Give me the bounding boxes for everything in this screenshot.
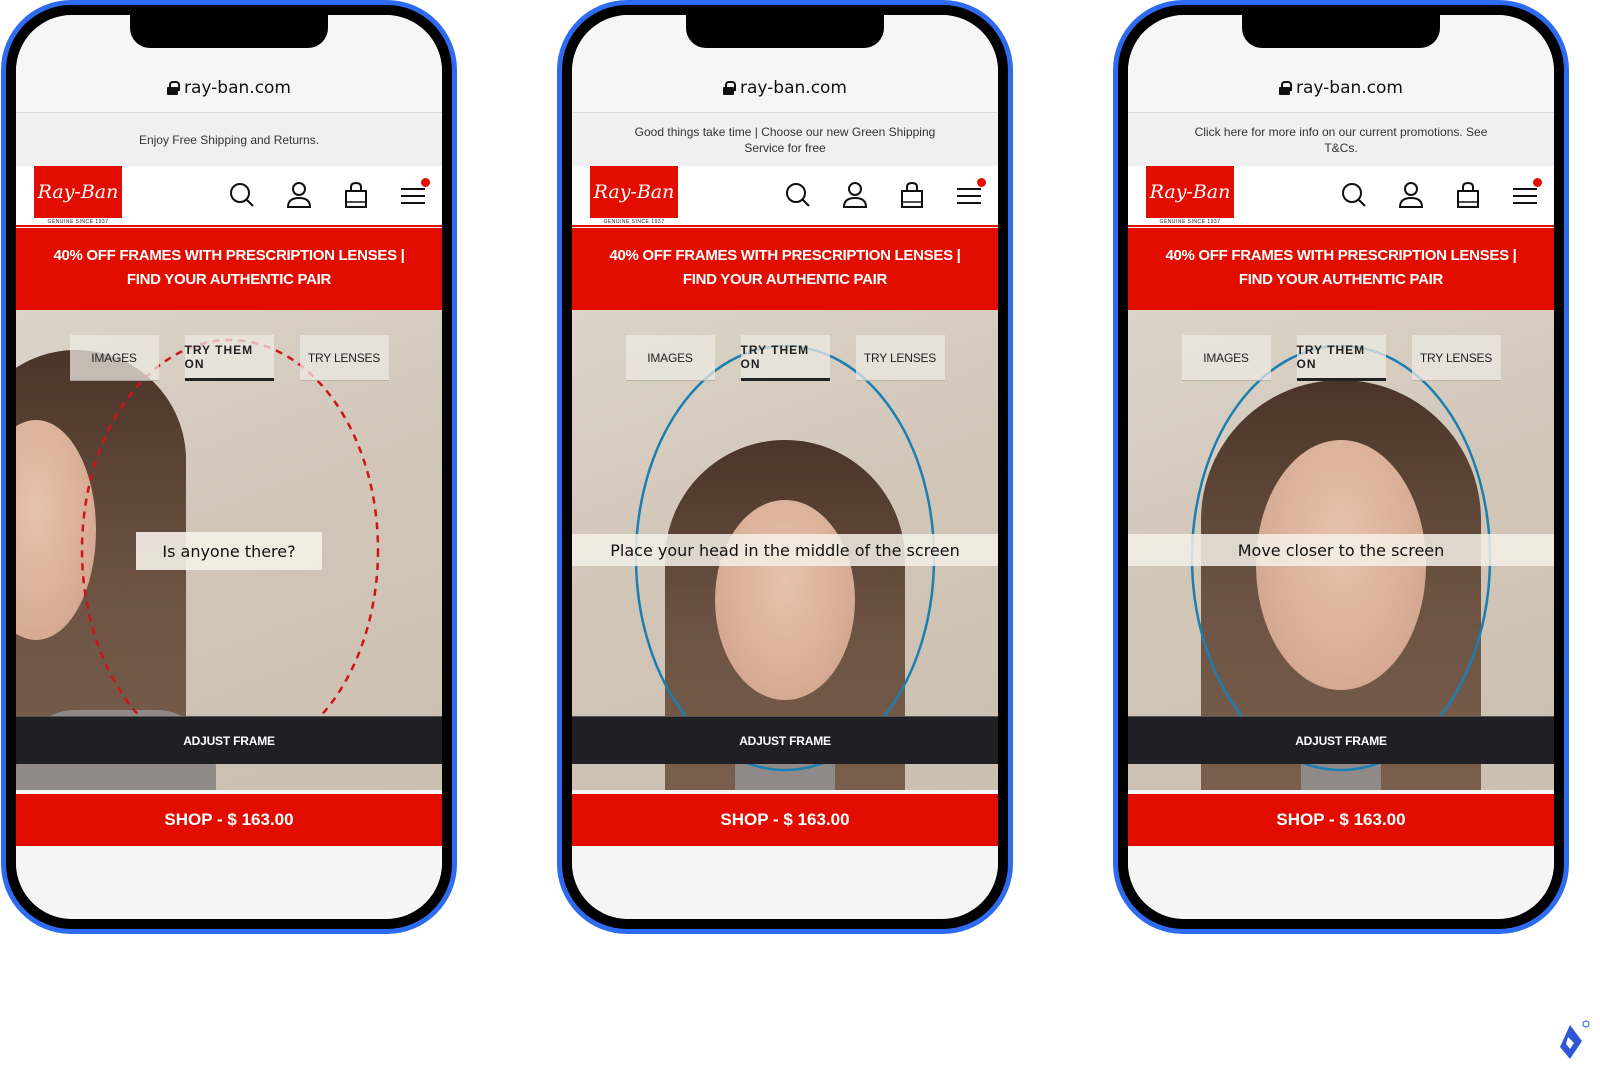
- shopping-bag-icon[interactable]: [341, 180, 371, 210]
- search-icon[interactable]: [1339, 180, 1369, 210]
- shopping-bag-icon[interactable]: [897, 180, 927, 210]
- adjust-frame-button[interactable]: ADJUST FRAME: [16, 716, 442, 764]
- account-icon[interactable]: [284, 180, 314, 210]
- camera-status-message: Move closer to the screen: [1128, 534, 1554, 566]
- site-header: Ray-Ban GENUINE SINCE 1937: [16, 166, 442, 227]
- tab-try-them-on[interactable]: TRY THEM ON: [184, 335, 274, 381]
- phone-mockup-3: ray-ban.com Click here for more info on …: [1113, 0, 1569, 934]
- url-text: ray-ban.com: [1296, 78, 1403, 98]
- phone-mockup-2: ray-ban.com Good things take time | Choo…: [557, 0, 1013, 934]
- adjust-frame-button[interactable]: ADJUST FRAME: [1128, 716, 1554, 764]
- rayban-logo[interactable]: Ray-Ban: [34, 166, 122, 218]
- url-text: ray-ban.com: [184, 78, 291, 98]
- notification-dot: [421, 178, 430, 187]
- toptal-logo-icon: [1560, 1020, 1590, 1059]
- camera-status-message: Place your head in the middle of the scr…: [572, 534, 998, 566]
- camera-status-message: Is anyone there?: [136, 532, 322, 570]
- menu-icon[interactable]: [398, 178, 430, 210]
- shop-button[interactable]: SHOP - $ 163.00: [16, 792, 442, 846]
- shopping-bag-icon[interactable]: [1453, 180, 1483, 210]
- logo-tagline: GENUINE SINCE 1937: [47, 219, 109, 225]
- page-footer-area: [16, 846, 442, 919]
- logo-tagline: GENUINE SINCE 1937: [603, 219, 665, 225]
- view-tabs: IMAGES TRY THEM ON TRY LENSES: [1128, 335, 1554, 381]
- lock-icon: [167, 81, 180, 95]
- page-footer-area: [572, 846, 998, 919]
- logo-tagline: GENUINE SINCE 1937: [1159, 219, 1221, 225]
- tab-try-lenses[interactable]: TRY LENSES: [299, 335, 389, 381]
- rayban-logo[interactable]: Ray-Ban: [590, 166, 678, 218]
- phone-bezel: ray-ban.com Good things take time | Choo…: [562, 5, 1008, 929]
- rayban-logo[interactable]: Ray-Ban: [1146, 166, 1234, 218]
- phone-screen: ray-ban.com Click here for more info on …: [1128, 15, 1554, 919]
- shop-button[interactable]: SHOP - $ 163.00: [572, 792, 998, 846]
- promo-bar[interactable]: Enjoy Free Shipping and Returns.: [16, 114, 442, 166]
- tab-images[interactable]: IMAGES: [625, 335, 715, 381]
- sale-banner[interactable]: 40% OFF FRAMES WITH PRESCRIPTION LENSES …: [1128, 228, 1554, 310]
- sale-banner[interactable]: 40% OFF FRAMES WITH PRESCRIPTION LENSES …: [16, 228, 442, 310]
- view-tabs: IMAGES TRY THEM ON TRY LENSES: [16, 335, 442, 381]
- tab-try-them-on[interactable]: TRY THEM ON: [1296, 335, 1386, 381]
- search-icon[interactable]: [227, 180, 257, 210]
- site-header: Ray-Ban GENUINE SINCE 1937: [572, 166, 998, 227]
- url-text: ray-ban.com: [740, 78, 847, 98]
- menu-icon[interactable]: [954, 178, 986, 210]
- tab-try-them-on[interactable]: TRY THEM ON: [740, 335, 830, 381]
- phone-screen: ray-ban.com Enjoy Free Shipping and Retu…: [16, 15, 442, 919]
- phone-bezel: ray-ban.com Click here for more info on …: [1118, 5, 1564, 929]
- site-header: Ray-Ban GENUINE SINCE 1937: [1128, 166, 1554, 227]
- phone-bezel: ray-ban.com Enjoy Free Shipping and Retu…: [6, 5, 452, 929]
- adjust-frame-button[interactable]: ADJUST FRAME: [572, 716, 998, 764]
- lock-icon: [1279, 81, 1292, 95]
- promo-bar[interactable]: Click here for more info on our current …: [1128, 114, 1554, 166]
- phone-notch: [686, 15, 884, 48]
- phone-screen: ray-ban.com Good things take time | Choo…: [572, 15, 998, 919]
- search-icon[interactable]: [783, 180, 813, 210]
- tab-images[interactable]: IMAGES: [69, 335, 159, 381]
- lock-icon: [723, 81, 736, 95]
- notification-dot: [1533, 178, 1542, 187]
- tab-try-lenses[interactable]: TRY LENSES: [1411, 335, 1501, 381]
- page-footer-area: [1128, 846, 1554, 919]
- shop-button[interactable]: SHOP - $ 163.00: [1128, 792, 1554, 846]
- view-tabs: IMAGES TRY THEM ON TRY LENSES: [572, 335, 998, 381]
- notification-dot: [977, 178, 986, 187]
- account-icon[interactable]: [1396, 180, 1426, 210]
- phone-mockup-1: ray-ban.com Enjoy Free Shipping and Retu…: [1, 0, 457, 934]
- tab-images[interactable]: IMAGES: [1181, 335, 1271, 381]
- promo-bar[interactable]: Good things take time | Choose our new G…: [572, 114, 998, 166]
- phone-notch: [1242, 15, 1440, 48]
- sale-banner[interactable]: 40% OFF FRAMES WITH PRESCRIPTION LENSES …: [572, 228, 998, 310]
- phone-notch: [130, 15, 328, 48]
- tab-try-lenses[interactable]: TRY LENSES: [855, 335, 945, 381]
- account-icon[interactable]: [840, 180, 870, 210]
- menu-icon[interactable]: [1510, 178, 1542, 210]
